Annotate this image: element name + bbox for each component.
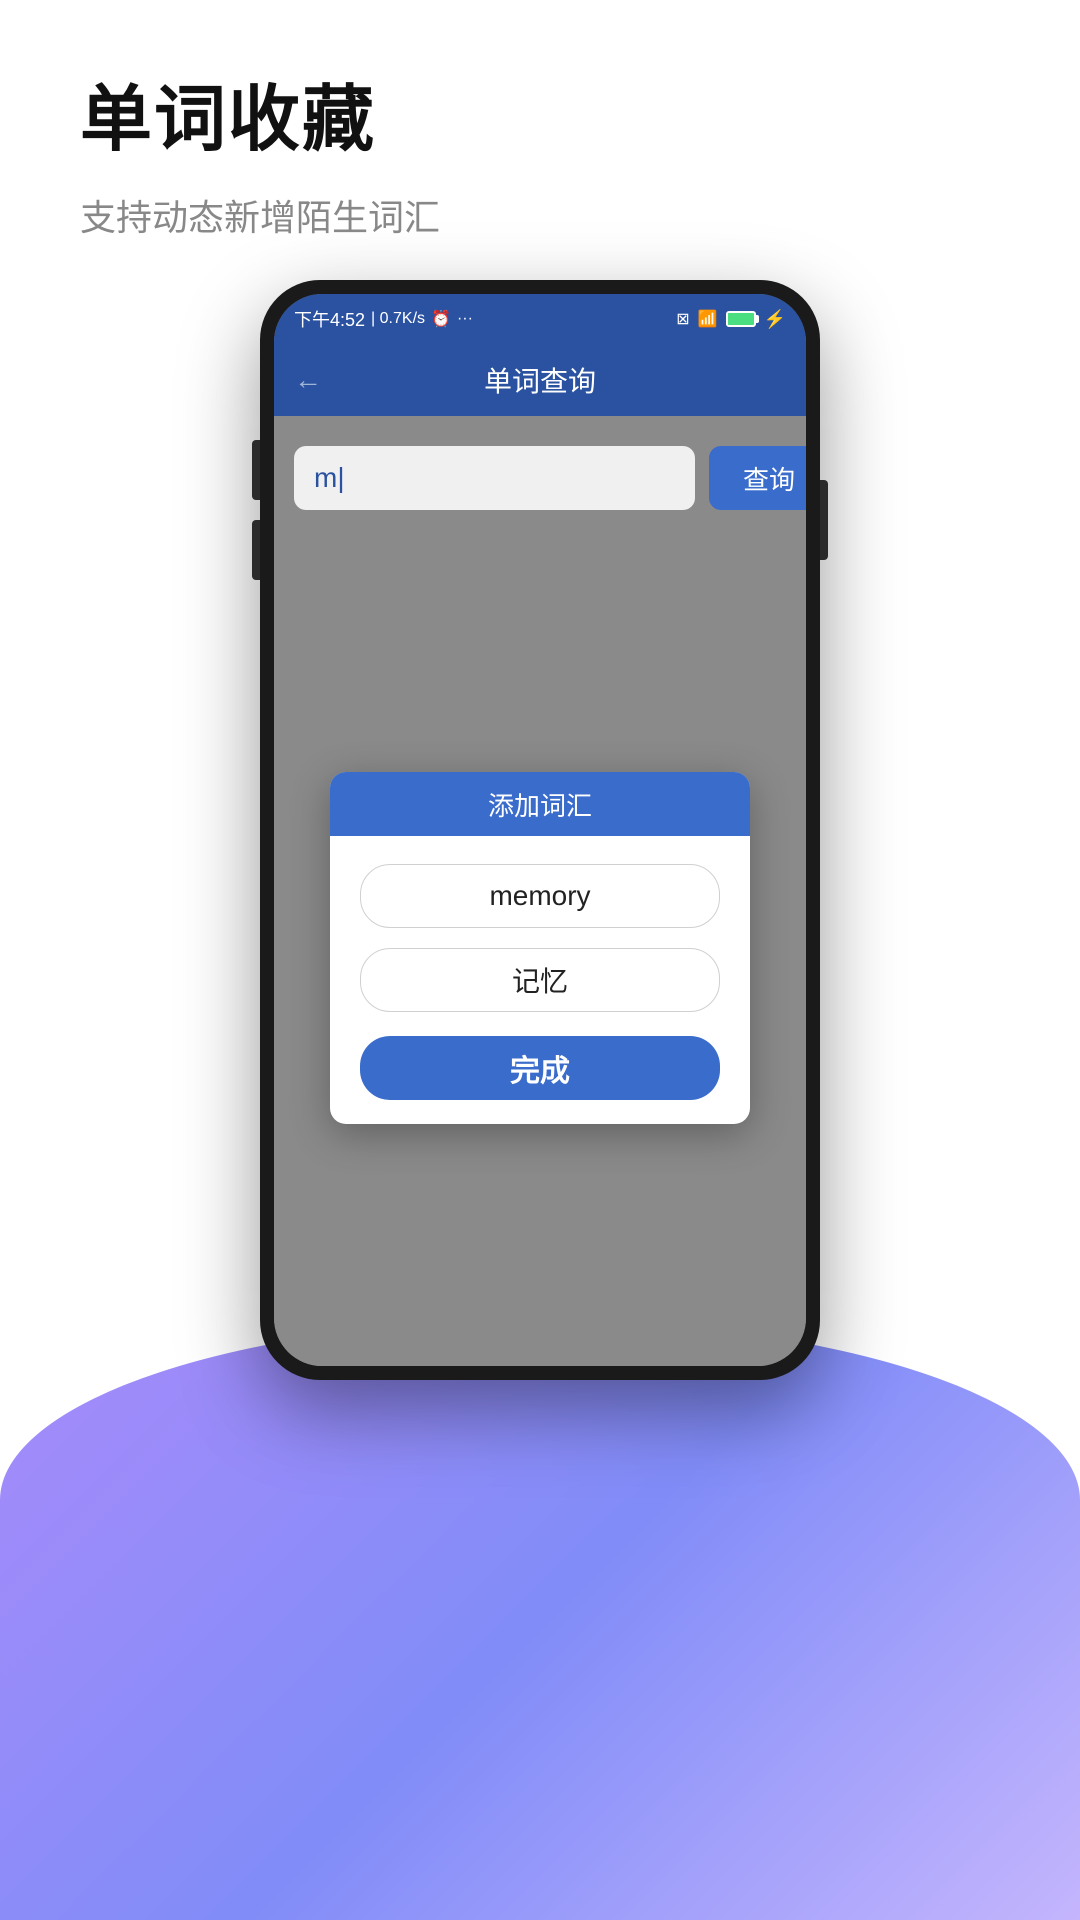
battery-icon (726, 311, 756, 327)
status-icons-right: ⊠ 📶 ⚡ (676, 309, 786, 330)
phone-mockup: 下午4:52 | 0.7K/s ⏰ ··· ⊠ 📶 ⚡ ← 单词查询 (260, 280, 820, 1380)
more-icon: ··· (457, 310, 473, 328)
page-title: 单词收藏 (80, 60, 440, 165)
confirm-button[interactable]: 完成 (360, 1036, 720, 1100)
word-text: memory (489, 880, 590, 912)
content-area: 添加词汇 memory 记忆 (274, 530, 806, 1366)
page-header: 单词收藏 支持动态新增陌生词汇 (80, 60, 440, 241)
back-button[interactable]: ← (294, 364, 322, 396)
word-field[interactable]: memory (360, 864, 720, 928)
sim-icon: ⊠ (676, 309, 689, 329)
vol-down-button (252, 520, 260, 580)
confirm-label: 完成 (510, 1046, 570, 1090)
status-speed: | 0.7K/s (371, 310, 425, 328)
phone-frame: 下午4:52 | 0.7K/s ⏰ ··· ⊠ 📶 ⚡ ← 单词查询 (260, 280, 820, 1380)
dialog-overlay: 添加词汇 memory 记忆 (274, 530, 806, 1366)
app-header: ← 单词查询 (274, 344, 806, 416)
wifi-icon: 📶 (698, 309, 718, 329)
dialog-body: memory 记忆 完成 (330, 836, 750, 1124)
dialog-header: 添加词汇 (330, 772, 750, 836)
search-area: 查询 (274, 416, 806, 530)
app-header-title: 单词查询 (484, 360, 596, 400)
search-input[interactable] (294, 446, 695, 510)
translation-text: 记忆 (512, 960, 568, 1000)
dialog-title: 添加词汇 (488, 786, 592, 823)
power-button (820, 480, 828, 560)
charge-icon: ⚡ (764, 309, 786, 330)
dialog-box: 添加词汇 memory 记忆 (330, 772, 750, 1124)
translation-field[interactable]: 记忆 (360, 948, 720, 1012)
background-blob (0, 1320, 1080, 1920)
alarm-icon: ⏰ (431, 309, 451, 329)
phone-screen: 下午4:52 | 0.7K/s ⏰ ··· ⊠ 📶 ⚡ ← 单词查询 (274, 294, 806, 1366)
status-time: 下午4:52 (294, 306, 365, 332)
status-left: 下午4:52 | 0.7K/s ⏰ ··· (294, 306, 473, 332)
page-subtitle: 支持动态新增陌生词汇 (80, 189, 440, 241)
vol-up-button (252, 440, 260, 500)
status-bar: 下午4:52 | 0.7K/s ⏰ ··· ⊠ 📶 ⚡ (274, 294, 806, 344)
search-button[interactable]: 查询 (709, 446, 806, 510)
